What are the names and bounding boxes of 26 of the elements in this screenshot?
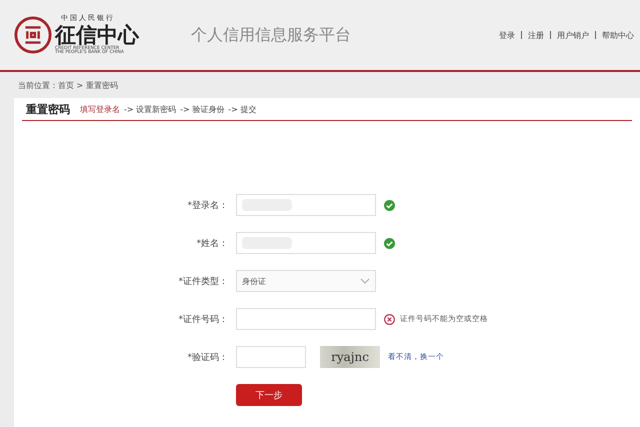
input-field[interactable] [236, 232, 376, 254]
captcha-image: ryajnc [320, 346, 380, 368]
step-label: -> 提交 [228, 104, 256, 114]
nav-link[interactable]: 登录 [499, 30, 515, 40]
nav-link[interactable]: 帮助中心 [602, 30, 634, 40]
breadcrumb: 当前位置：首页 > 重置密码 [18, 80, 118, 90]
input-field[interactable] [236, 194, 376, 216]
nav-link[interactable]: 注册 [528, 30, 544, 40]
logo-name: 征信中心 [55, 24, 139, 44]
step-label: -> 设置新密码 [124, 104, 176, 114]
select-field[interactable]: 身份证 [236, 270, 376, 292]
dropdown-caret-icon [360, 278, 370, 284]
seal-logo-icon [14, 16, 52, 54]
panel-title: 重置密码 [26, 102, 70, 116]
field-label: *姓名： [196, 238, 228, 250]
input-field[interactable] [236, 346, 306, 368]
step-label: -> 验证身份 [180, 104, 224, 114]
field-label: *证件号码： [178, 314, 228, 326]
input-field[interactable] [236, 308, 376, 330]
field-label: *验证码： [186, 352, 228, 364]
field-label: *登录名： [186, 200, 228, 212]
step-label: 填写登录名 [80, 104, 120, 114]
nav-link[interactable]: 用户销户 [557, 30, 589, 40]
site-title: 个人信用信息服务平台 [191, 24, 351, 46]
next-button[interactable]: 下一步 [236, 384, 302, 406]
field-label: *证件类型： [178, 276, 228, 288]
